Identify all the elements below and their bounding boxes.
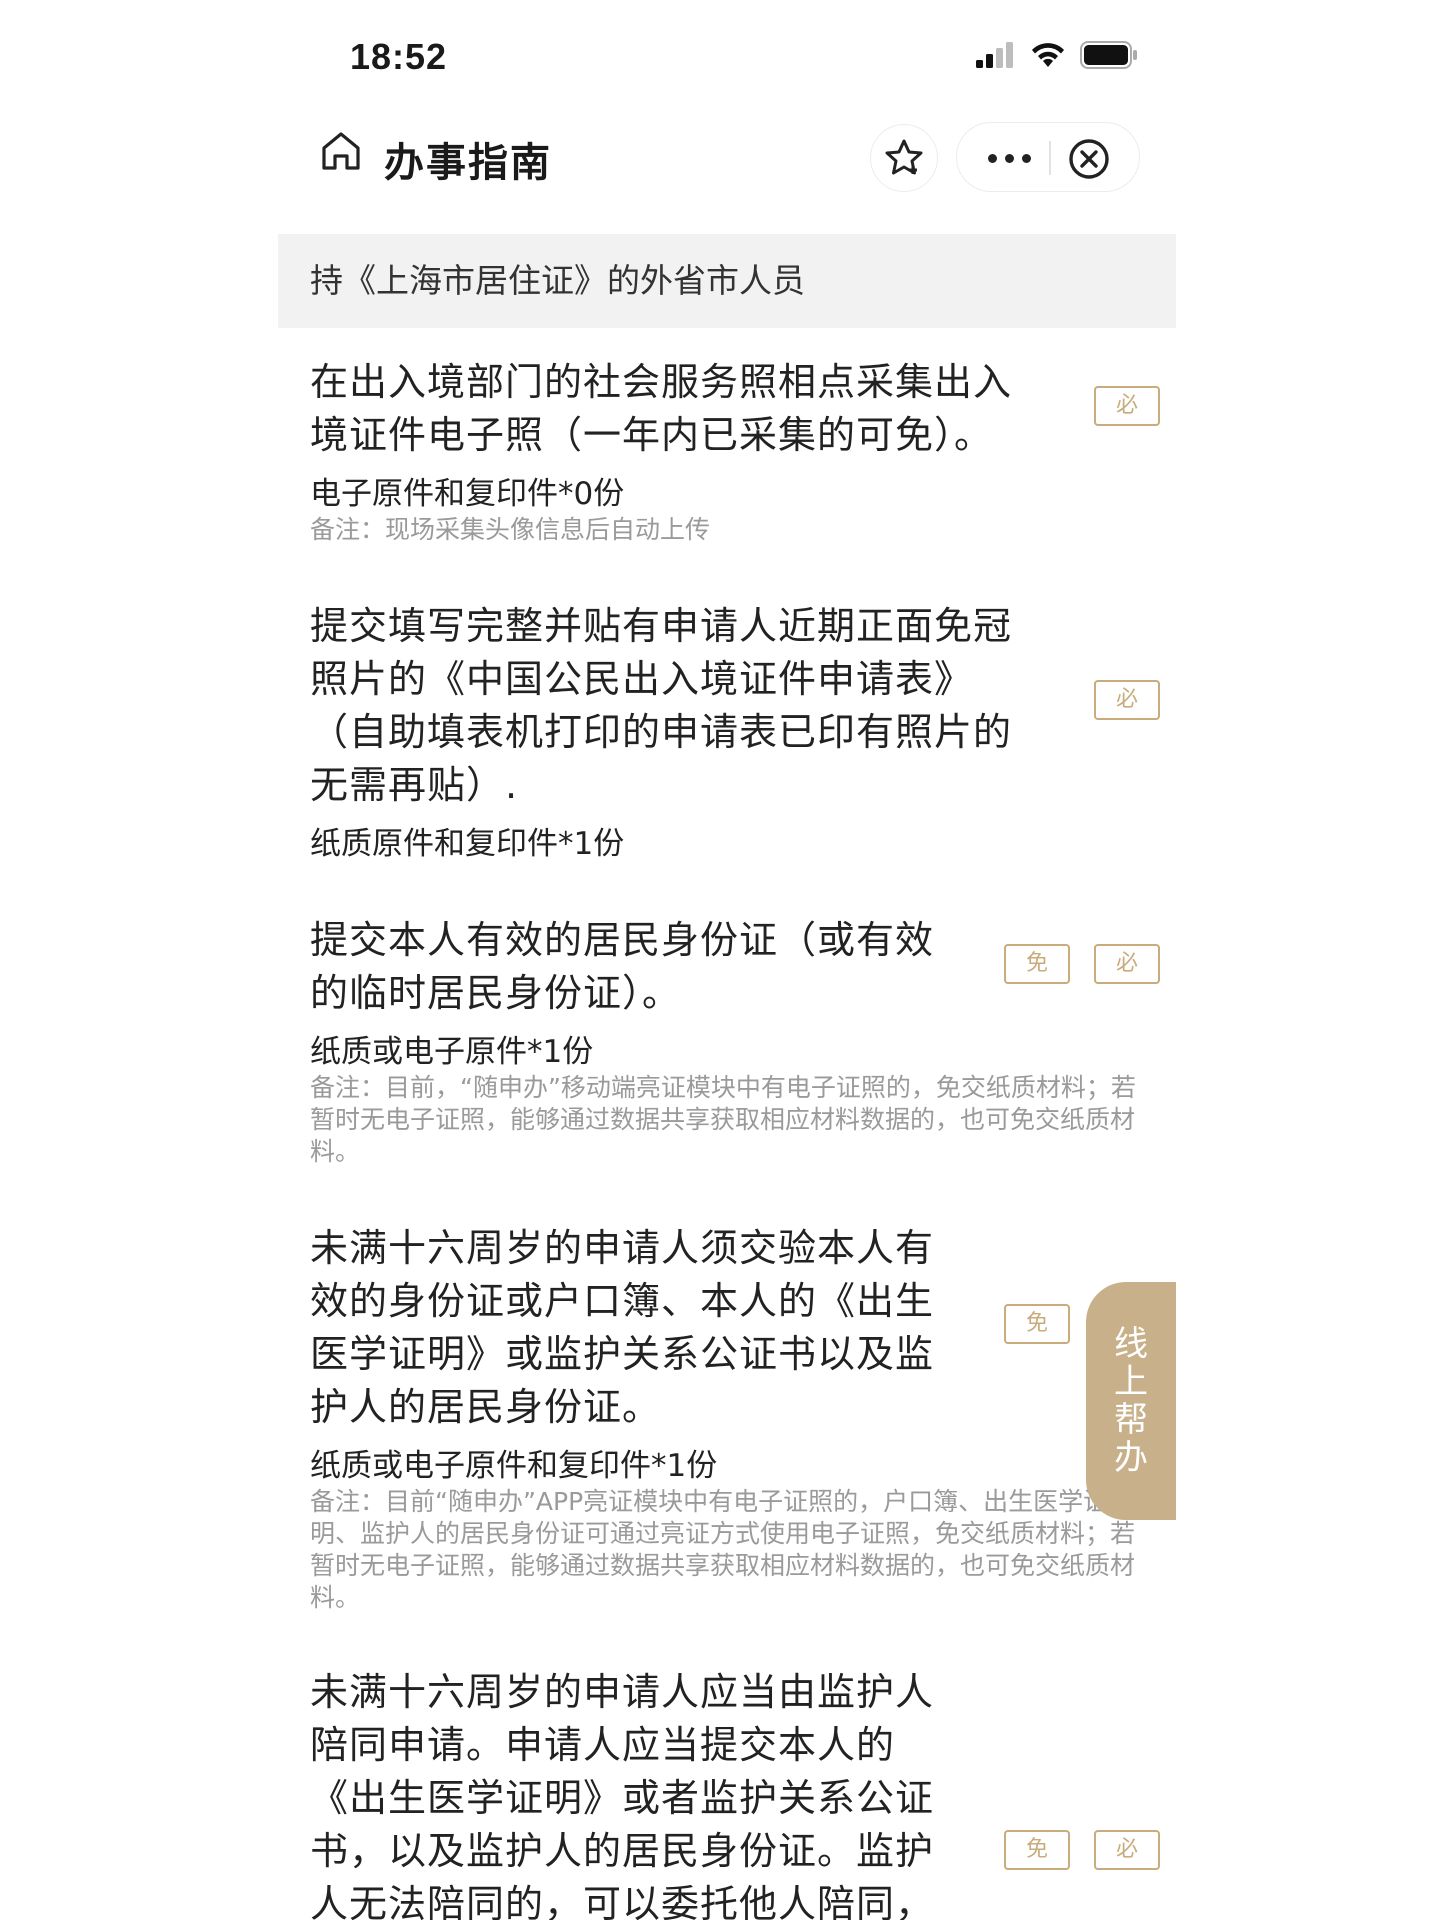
item-note: 备注：现场采集头像信息后自动上传 (310, 515, 711, 544)
status-icons (976, 40, 1138, 70)
list-item: 在出入境部门的社会服务照相点采集出入境证件电子照（一年内已采集的可免）。 电子原… (310, 356, 1160, 546)
signal-icon (976, 42, 1013, 68)
item-note: 备注：目前“随申办”APP亮证模块中有电子证照的，户口簿、出生医学证明、监护人的… (310, 1487, 1136, 1612)
online-help-char: 上 (1114, 1362, 1148, 1402)
item-title: 提交填写完整并贴有申请人近期正面免冠照片的《中国公民出入境证件申请表》（自助填表… (310, 604, 1013, 807)
favorite-button[interactable] (870, 124, 938, 192)
item-badges: 必 (1094, 386, 1160, 426)
screen: 18:52 办事指南 持《上海市居住证》的外省市人员 在出入境部门的社会服务照相… (0, 0, 1440, 1920)
exempt-badge: 免 (1004, 1830, 1070, 1870)
item-title: 提交本人有效的居民身份证（或有效的临时居民身份证）。 (310, 918, 935, 1015)
online-help-char: 办 (1114, 1438, 1148, 1478)
mini-program-capsule (956, 122, 1140, 192)
item-title: 在出入境部门的社会服务照相点采集出入境证件电子照（一年内已采集的可免）。 (310, 360, 1013, 457)
item-badges: 免 必 (1004, 944, 1160, 984)
exempt-badge: 免 (1004, 1304, 1070, 1344)
status-time: 18:52 (350, 36, 448, 77)
more-button[interactable] (979, 143, 1039, 173)
item-quantity: 电子原件和复印件*0份 (310, 476, 625, 512)
item-badges: 必 (1094, 680, 1160, 720)
capsule-divider (1049, 141, 1051, 175)
list-item: 提交本人有效的居民身份证（或有效的临时居民身份证）。 纸质或电子原件*1份 备注… (310, 914, 1160, 1168)
item-quantity: 纸质或电子原件*1份 (310, 1034, 594, 1070)
close-icon[interactable] (1067, 137, 1111, 181)
item-title: 未满十六周岁的申请人须交验本人有效的身份证或户口簿、本人的《出生医学证明》或监护… (310, 1226, 935, 1429)
phone-viewport: 18:52 办事指南 持《上海市居住证》的外省市人员 在出入境部门的社会服务照相… (278, 0, 1176, 1920)
list-item: 未满十六周岁的申请人须交验本人有效的身份证或户口簿、本人的《出生医学证明》或监护… (310, 1222, 1160, 1614)
required-badge: 必 (1094, 680, 1160, 720)
item-note: 备注：目前，“随申办”移动端亮证模块中有电子证照的，免交纸质材料；若暂时无电子证… (310, 1073, 1136, 1166)
exempt-badge: 免 (1004, 944, 1070, 984)
list-item: 未满十六周岁的申请人应当由监护人陪同申请。申请人应当提交本人的《出生医学证明》或… (310, 1666, 1160, 1920)
required-badge: 必 (1094, 386, 1160, 426)
home-icon[interactable] (318, 128, 364, 174)
star-icon (885, 139, 923, 175)
item-quantity: 纸质或电子原件和复印件*1份 (310, 1448, 718, 1484)
section-header: 持《上海市居住证》的外省市人员 (278, 234, 1176, 328)
online-help-button[interactable]: 线 上 帮 办 (1086, 1282, 1176, 1520)
online-help-char: 帮 (1114, 1400, 1148, 1440)
required-badge: 必 (1094, 944, 1160, 984)
item-quantity: 纸质原件和复印件*1份 (310, 826, 625, 862)
nav-bar: 办事指南 (278, 100, 1176, 216)
list-item: 提交填写完整并贴有申请人近期正面免冠照片的《中国公民出入境证件申请表》（自助填表… (310, 600, 1160, 864)
more-dot-icon (1021, 153, 1031, 163)
page-title: 办事指南 (384, 140, 552, 186)
wifi-icon (1032, 43, 1064, 67)
more-dot-icon (987, 153, 997, 163)
battery-icon (1080, 41, 1137, 69)
item-badges: 免 必 (1004, 1830, 1160, 1870)
required-badge: 必 (1094, 1830, 1160, 1870)
online-help-char: 线 (1114, 1324, 1148, 1364)
item-title: 未满十六周岁的申请人应当由监护人陪同申请。申请人应当提交本人的《出生医学证明》或… (310, 1670, 935, 1920)
more-dot-icon (1004, 153, 1014, 163)
